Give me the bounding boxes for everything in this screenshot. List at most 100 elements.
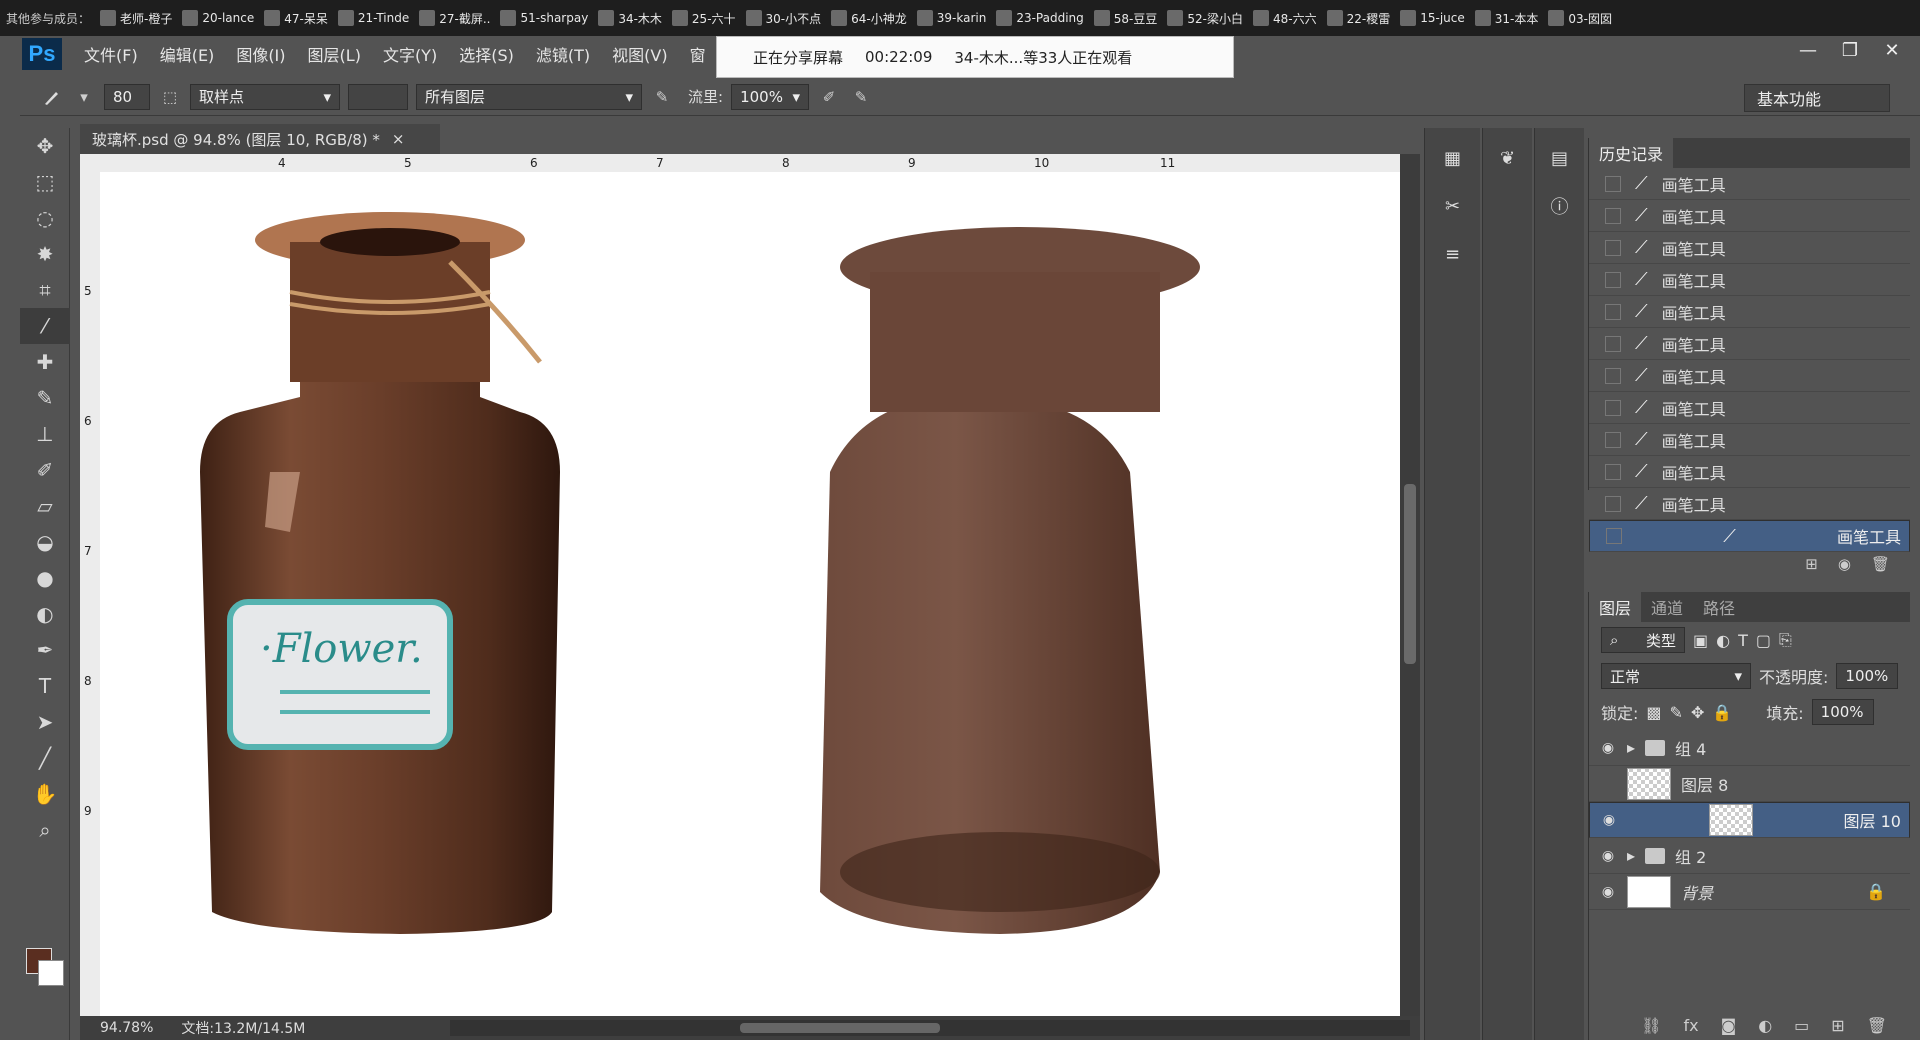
participant-item[interactable]: 34-木木	[598, 10, 662, 27]
history-item[interactable]: ⟋ 画笔工具	[1589, 488, 1910, 520]
history-item[interactable]: ⟋ 画笔工具	[1589, 520, 1910, 552]
history-checkbox[interactable]	[1605, 207, 1621, 224]
blur-tool-icon[interactable]: ●	[20, 560, 70, 596]
fill-field[interactable]: 100%	[1811, 699, 1874, 725]
smart-filter-icon[interactable]: ⎘	[1779, 630, 1792, 650]
close-window-button[interactable]: ✕	[1878, 40, 1906, 64]
participant-item[interactable]: 31-本本	[1474, 10, 1538, 27]
participant-item[interactable]: 15-juce	[1400, 10, 1465, 26]
layer-row[interactable]: ◉ ▸ 组 4	[1589, 730, 1910, 766]
image-filter-icon[interactable]: ▣	[1693, 631, 1708, 650]
menu-item[interactable]: 图层(L)	[308, 42, 361, 66]
marquee-tool-icon[interactable]: ⬚	[20, 164, 70, 200]
tab-paths[interactable]: 路径	[1693, 592, 1745, 622]
horizontal-scroll-thumb[interactable]	[740, 1023, 940, 1033]
tools-icon[interactable]: ✂	[1435, 188, 1471, 224]
visibility-eye-icon[interactable]: ◉	[1599, 740, 1617, 756]
history-checkbox[interactable]	[1606, 528, 1622, 544]
empty-select[interactable]	[348, 83, 408, 110]
menu-item[interactable]: 文件(F)	[84, 42, 138, 66]
history-checkbox[interactable]	[1605, 399, 1621, 416]
history-checkbox[interactable]	[1605, 303, 1621, 320]
menu-item[interactable]: 滤镜(T)	[536, 42, 590, 66]
eyedropper-tool-icon[interactable]: ⁄	[20, 308, 70, 344]
menu-item[interactable]: 编辑(E)	[160, 42, 215, 66]
participant-item[interactable]: 47-呆呆	[264, 10, 328, 27]
participant-item[interactable]: 23-Padding	[996, 10, 1084, 26]
layer-row[interactable]: ◉ 背景 🔒	[1589, 874, 1910, 910]
visibility-eye-icon[interactable]: ◉	[1599, 884, 1617, 900]
history-item[interactable]: ⟋ 画笔工具	[1589, 264, 1910, 296]
hand-tool-icon[interactable]: ✋	[20, 776, 70, 812]
vertical-scroll-thumb[interactable]	[1404, 484, 1416, 664]
layer-filter-select[interactable]: ⌕ 类型	[1601, 627, 1685, 653]
history-checkbox[interactable]	[1605, 239, 1621, 256]
sample-layers-select[interactable]: 所有图层 ▾	[416, 83, 642, 110]
history-item[interactable]: ⟋ 画笔工具	[1589, 296, 1910, 328]
participant-item[interactable]: 老师-橙子	[100, 10, 172, 27]
crop-tool-icon[interactable]: ⌗	[20, 272, 70, 308]
expand-arrow-icon[interactable]: ▸	[1627, 738, 1635, 757]
vertical-scrollbar[interactable]	[1400, 154, 1420, 1034]
history-checkbox[interactable]	[1605, 463, 1621, 480]
workspace-select[interactable]: 基本功能	[1744, 84, 1890, 112]
healing-tool-icon[interactable]: ✚	[20, 344, 70, 380]
menu-item[interactable]: 选择(S)	[459, 42, 514, 66]
airbrush-icon[interactable]: ✎	[650, 85, 674, 109]
shape-filter-icon[interactable]: ▢	[1756, 631, 1771, 650]
participant-item[interactable]: 22-稷雷	[1326, 10, 1390, 27]
history-checkbox[interactable]	[1605, 271, 1621, 288]
tab-layers[interactable]: 图层	[1589, 592, 1642, 622]
brush-tool-icon[interactable]: ✎	[20, 380, 70, 416]
tab-history[interactable]: 历史记录	[1589, 138, 1674, 168]
opacity-field[interactable]: 100%	[1836, 663, 1899, 689]
participant-item[interactable]: 39-karin	[916, 10, 986, 26]
eraser-tool-icon[interactable]: ▱	[20, 488, 70, 524]
blend-mode-select[interactable]: 正常 ▾	[1601, 663, 1751, 689]
participant-item[interactable]: 20-lance	[182, 10, 254, 26]
tab-channels[interactable]: 通道	[1641, 592, 1693, 622]
participant-item[interactable]: 30-小不点	[745, 10, 821, 27]
type-tool-icon[interactable]: T	[20, 668, 70, 704]
brush-size-field[interactable]: 80	[104, 83, 150, 110]
brush-panel-icon[interactable]: ❦	[1490, 140, 1526, 176]
info-icon[interactable]: ⓘ	[1542, 188, 1578, 224]
new-group-icon[interactable]: ▭	[1794, 1016, 1809, 1035]
participant-item[interactable]: 64-小神龙	[831, 10, 907, 27]
history-brush-tool-icon[interactable]: ✐	[20, 452, 70, 488]
horizontal-scrollbar[interactable]	[450, 1020, 1410, 1036]
layer-row[interactable]: ◉ ▸ 组 2	[1589, 838, 1910, 874]
menu-item[interactable]: 文字(Y)	[383, 42, 437, 66]
pen-tool-icon[interactable]: ✒	[20, 632, 70, 668]
participant-item[interactable]: 03-囡囡	[1548, 10, 1612, 27]
expand-arrow-icon[interactable]: ▸	[1627, 846, 1635, 865]
minimize-button[interactable]: —	[1794, 40, 1822, 64]
history-item[interactable]: ⟋ 画笔工具	[1589, 424, 1910, 456]
history-checkbox[interactable]	[1605, 495, 1621, 512]
close-tab-icon[interactable]: ×	[392, 130, 405, 148]
paint-bucket-tool-icon[interactable]: ◒	[20, 524, 70, 560]
layer-row[interactable]: 图层 8	[1589, 766, 1910, 802]
history-checkbox[interactable]	[1605, 367, 1621, 384]
lock-pixels-icon[interactable]: ✎	[1670, 703, 1683, 722]
adjustment-layer-icon[interactable]: ◐	[1758, 1016, 1772, 1035]
new-document-icon[interactable]: ⊞	[1805, 555, 1818, 573]
participant-item[interactable]: 21-Tinde	[337, 10, 409, 26]
new-layer-icon[interactable]: ⊞	[1831, 1016, 1844, 1035]
menu-item[interactable]: 图像(I)	[236, 42, 285, 66]
history-panel-icon[interactable]: ▤	[1542, 140, 1578, 176]
move-tool-icon[interactable]: ✥	[20, 128, 70, 164]
lasso-tool-icon[interactable]: ◌	[20, 200, 70, 236]
grid-icon[interactable]: ▦	[1435, 140, 1471, 176]
visibility-eye-icon[interactable]: ◉	[1599, 848, 1617, 864]
menu-item[interactable]: 视图(V)	[612, 42, 667, 66]
history-item[interactable]: ⟋ 画笔工具	[1589, 168, 1910, 200]
history-item[interactable]: ⟋ 画笔工具	[1589, 328, 1910, 360]
menu-item[interactable]: 窗	[690, 42, 706, 66]
participant-item[interactable]: 52-梁小白	[1167, 10, 1243, 27]
pressure-icon[interactable]: ✎	[849, 85, 873, 109]
lock-all-icon[interactable]: 🔒	[1712, 703, 1732, 722]
magic-wand-tool-icon[interactable]: ✸	[20, 236, 70, 272]
history-item[interactable]: ⟋ 画笔工具	[1589, 456, 1910, 488]
smoothing-icon[interactable]: ✐	[817, 85, 841, 109]
